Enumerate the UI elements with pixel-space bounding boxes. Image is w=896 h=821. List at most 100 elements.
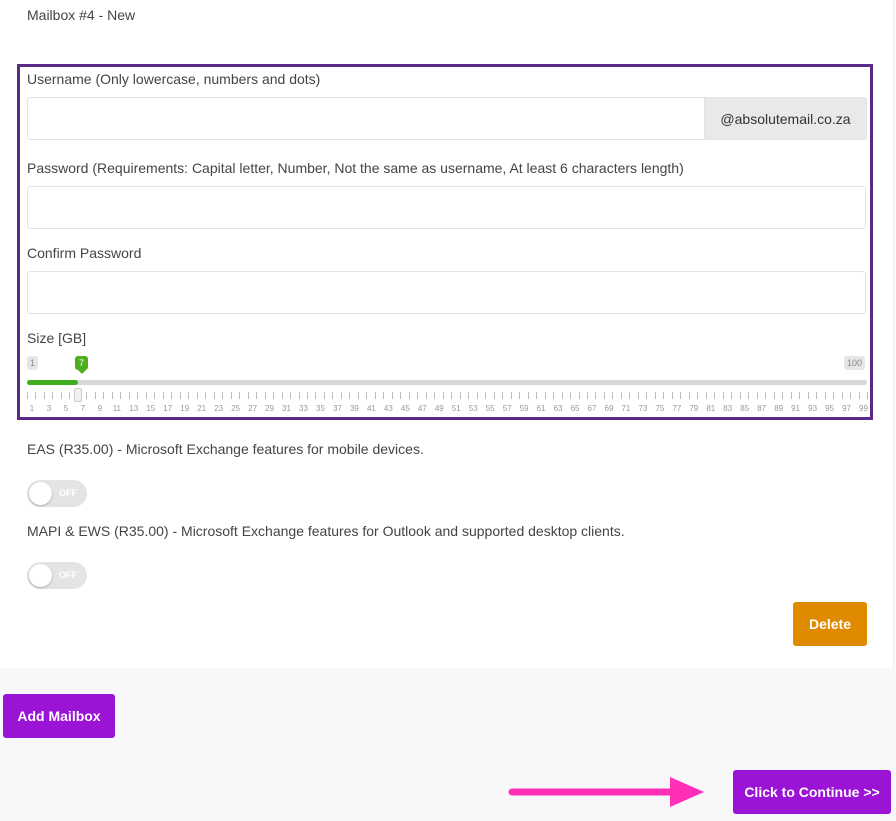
slider-tick — [782, 392, 784, 399]
slider-tick — [663, 392, 665, 399]
slider-tick — [468, 392, 470, 399]
mapi-label: MAPI & EWS (R35.00) - Microsoft Exchange… — [27, 523, 625, 539]
slider-scale-label: 83 — [723, 404, 733, 413]
slider-tick — [561, 392, 563, 399]
slider-tick — [595, 392, 597, 399]
slider-tick — [27, 392, 28, 399]
eas-toggle-state: OFF — [59, 488, 77, 498]
slider-tick — [171, 392, 173, 399]
slider-scale-label: 69 — [604, 404, 614, 413]
slider-tick — [273, 392, 275, 399]
slider-scale-label: 99 — [859, 404, 868, 413]
slider-tick — [697, 392, 699, 399]
slider-tick — [841, 392, 843, 399]
slider-tick — [527, 392, 529, 399]
slider-tick — [111, 392, 113, 399]
slider-tick — [349, 392, 351, 399]
slider-scale-label: 81 — [706, 404, 716, 413]
slider-scale-label: 27 — [248, 404, 258, 413]
slider-tick — [60, 392, 62, 399]
slider-scale-label: 11 — [112, 404, 121, 413]
mapi-toggle[interactable]: OFF — [27, 562, 87, 589]
slider-scale-label: 21 — [197, 404, 207, 413]
slider-scale-label: 15 — [146, 404, 156, 413]
delete-button[interactable]: Delete — [793, 602, 867, 646]
slider-tick — [705, 392, 707, 399]
slider-tick — [867, 392, 868, 399]
slider-tick — [408, 392, 410, 399]
slider-tick — [374, 392, 376, 399]
slider-scale-label: 43 — [383, 404, 393, 413]
slider-tick — [816, 392, 818, 399]
slider-tick — [722, 392, 724, 399]
slider-tick — [103, 392, 105, 399]
slider-tick — [680, 392, 682, 399]
slider-tick — [298, 392, 300, 399]
confirm-password-label: Confirm Password — [27, 245, 142, 261]
size-slider-handle[interactable] — [73, 388, 82, 402]
slider-scale-label: 37 — [333, 404, 342, 413]
slider-scale-label: 87 — [757, 404, 767, 413]
slider-scale-label: 9 — [97, 404, 103, 413]
slider-value-badge: 7 — [75, 356, 89, 374]
slider-scale-label: 51 — [451, 404, 461, 413]
password-input[interactable] — [27, 186, 866, 229]
slider-tick — [290, 392, 292, 399]
slider-tick — [417, 392, 419, 399]
slider-tick — [850, 392, 852, 399]
slider-tick — [654, 392, 656, 399]
slider-tick — [145, 392, 147, 399]
slider-tick — [69, 392, 71, 399]
slider-scale-label: 25 — [231, 404, 241, 413]
slider-scale-label: 47 — [417, 404, 427, 413]
username-input[interactable] — [27, 97, 705, 140]
slider-tick — [578, 392, 580, 399]
slider-tick — [442, 392, 444, 399]
slider-tick — [476, 392, 478, 399]
slider-tick — [264, 392, 266, 399]
slider-tick — [603, 392, 605, 399]
slider-scale-label: 85 — [740, 404, 750, 413]
arrow-annotation-icon — [508, 777, 704, 807]
slider-tick — [35, 392, 37, 399]
slider-tick — [307, 392, 308, 399]
slider-tick — [714, 392, 716, 399]
slider-scale-label: 31 — [282, 404, 291, 413]
slider-tick — [485, 392, 487, 399]
slider-scale-label: 55 — [485, 404, 495, 413]
mailbox-card: Mailbox #4 - New Username (Only lowercas… — [0, 0, 894, 668]
slider-tick — [425, 392, 427, 399]
eas-toggle-knob — [29, 482, 52, 505]
size-label: Size [GB] — [27, 330, 87, 346]
slider-tick — [587, 392, 588, 399]
add-mailbox-button[interactable]: Add Mailbox — [3, 694, 115, 738]
slider-scale-label: 17 — [163, 404, 173, 413]
slider-scale-label: 45 — [400, 404, 410, 413]
slider-tick — [620, 392, 622, 399]
eas-toggle[interactable]: OFF — [27, 480, 87, 507]
slider-tick — [748, 392, 750, 399]
slider-tick — [536, 392, 538, 399]
slider-tick — [128, 392, 130, 399]
slider-tick — [510, 392, 512, 399]
slider-scale-label: 41 — [366, 404, 376, 413]
confirm-password-input[interactable] — [27, 271, 866, 314]
slider-tick — [799, 392, 801, 399]
slider-scale-label: 23 — [214, 404, 224, 413]
slider-tick — [553, 392, 555, 399]
slider-tick — [451, 392, 453, 399]
slider-tick — [637, 392, 639, 399]
slider-tick — [807, 392, 809, 399]
slider-scale-label: 59 — [519, 404, 529, 413]
size-slider-track[interactable] — [27, 380, 867, 385]
slider-tick — [256, 392, 258, 399]
slider-tick — [247, 392, 249, 399]
slider-scale-label: 67 — [587, 404, 597, 413]
slider-scale-label: 33 — [299, 404, 308, 413]
mapi-toggle-state: OFF — [59, 570, 77, 580]
slider-tick — [544, 392, 546, 399]
continue-button[interactable]: Click to Continue >> — [733, 770, 891, 814]
slider-scale-label: 13 — [129, 404, 139, 413]
slider-tick — [281, 392, 283, 399]
slider-tick — [688, 392, 690, 399]
